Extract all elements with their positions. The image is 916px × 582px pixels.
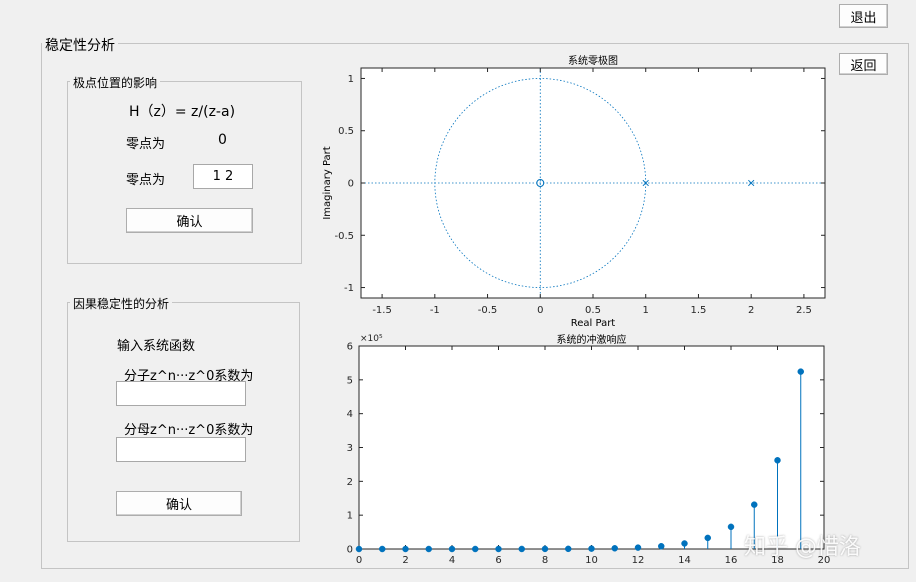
y-tick-label: 0.5 [338, 126, 354, 137]
y-tick-label: 4 [347, 409, 353, 420]
x-tick-label: 0 [537, 305, 543, 316]
x-tick-label: -1.5 [372, 305, 392, 316]
causal-stability-title: 因果稳定性的分析 [70, 295, 173, 312]
pole-position-title: 极点位置的影响 [70, 74, 161, 91]
y-tick-label: 2 [347, 477, 353, 488]
zero-label: 零点为 [126, 137, 166, 152]
y-tick-label: 3 [347, 443, 353, 454]
x-tick-label: 2 [402, 555, 408, 566]
y-tick-label: -0.5 [334, 231, 354, 242]
pole-confirm-button[interactable]: 确认 [126, 208, 253, 233]
stem-marker [704, 534, 711, 542]
stem-marker [518, 545, 525, 553]
stem-marker [448, 545, 456, 553]
numerator-input[interactable] [116, 381, 246, 406]
pole-zero-ylabel: Imaginary Part [322, 146, 333, 219]
x-tick-label: 8 [542, 555, 548, 566]
x-tick-label: 10 [585, 555, 598, 566]
stem-marker [565, 545, 572, 553]
stem-marker [681, 540, 688, 547]
stem-marker [774, 457, 781, 464]
pole-zero-title: 系统零极图 [568, 54, 618, 67]
pole-zero-plot: -1.5 -1 -0.5 0 0.5 1 1.5 2 2.5-1-0.500.51 系统零极图 … [322, 54, 826, 329]
stem-marker [425, 545, 432, 553]
y-tick-label: 6 [347, 342, 353, 353]
y-tick-label: -1 [344, 283, 354, 294]
stem-marker [634, 544, 642, 551]
causal-confirm-button[interactable]: 确认 [116, 491, 242, 516]
denominator-input[interactable] [116, 437, 246, 462]
x-tick-label: 12 [632, 555, 645, 566]
x-tick-label: 2.5 [796, 305, 812, 316]
impulse-response-title: 系统的冲激响应 [557, 333, 627, 346]
x-tick-label: 14 [678, 555, 691, 566]
y-tick-label: 1 [348, 74, 354, 85]
stem-marker [495, 545, 502, 553]
stem-marker [355, 545, 363, 553]
y-tick-label: 1 [347, 511, 353, 522]
x-tick-label: -1 [430, 305, 440, 316]
exit-button[interactable]: 退出 [839, 4, 888, 28]
x-tick-label: 6 [495, 555, 501, 566]
stem-marker [402, 545, 409, 553]
y-tick-label: 5 [347, 375, 353, 386]
x-tick-label: 0.5 [585, 305, 601, 316]
stem-marker [611, 545, 618, 552]
stem-marker [727, 523, 735, 531]
transfer-function-text: H（z）= z/(z-a) [129, 104, 236, 120]
x-tick-label: 1 [643, 305, 649, 316]
x-tick-label: 4 [449, 555, 455, 566]
x-tick-label: 2 [748, 305, 754, 316]
stem-marker [751, 501, 758, 508]
stem-marker [588, 545, 595, 552]
y-tick-label: 0 [348, 179, 354, 190]
stem-marker [658, 542, 665, 550]
stability-analysis-title: 稳定性分析 [42, 35, 118, 55]
x-tick-label: 1.5 [691, 305, 707, 316]
impulse-response-exponent: ×10⁵ [360, 334, 383, 344]
x-tick-label: 16 [725, 555, 738, 566]
stem-marker [797, 368, 804, 375]
stem-marker [379, 545, 386, 553]
stem-marker [472, 545, 479, 553]
denominator-label: 分母z^n···z^0系数为 [124, 423, 254, 438]
x-tick-label: -0.5 [478, 305, 498, 316]
watermark-text: 知乎 @惜洛 [744, 535, 861, 560]
pole-input[interactable]: 1 2 [193, 164, 253, 189]
pole-label: 零点为 [126, 173, 166, 188]
x-tick-label: 0 [356, 555, 362, 566]
input-prompt-text: 输入系统函数 [117, 339, 196, 354]
stem-marker [541, 545, 549, 553]
y-tick-label: 0 [347, 545, 353, 556]
zero-value: 0 [218, 132, 227, 148]
